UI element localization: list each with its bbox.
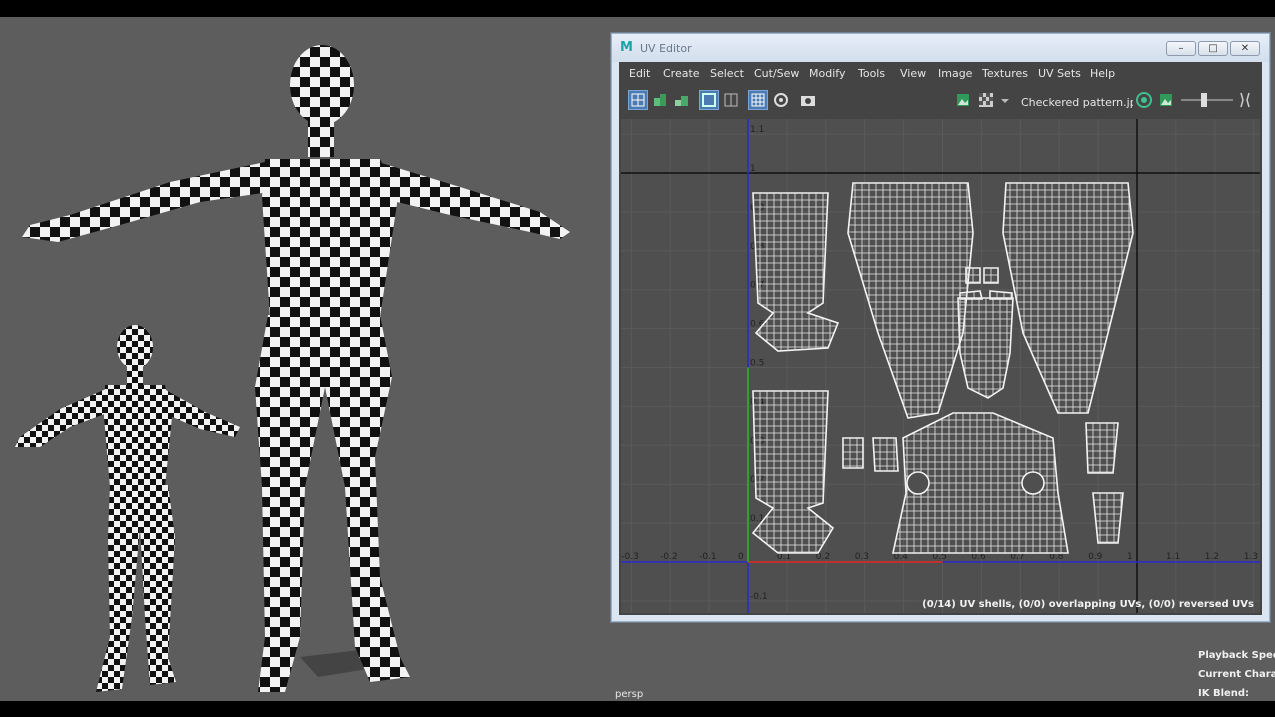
axis-label-u: -0.2	[660, 552, 678, 562]
menu-uv-sets[interactable]: UV Sets	[1038, 67, 1081, 80]
menu-select[interactable]: Select	[710, 67, 744, 80]
uv-shell-arm-lower	[751, 390, 835, 554]
uv-shell-hand-a-wireframe	[843, 438, 863, 468]
gather-shells-icon[interactable]	[672, 90, 692, 110]
snapshot-camera-icon[interactable]	[798, 90, 818, 110]
axis-label-v: 0.9	[750, 203, 765, 213]
maya-logo-icon: M	[620, 40, 633, 55]
axis-label-v: -0.1	[750, 592, 768, 602]
uv-shell-head	[957, 297, 1014, 399]
image-display-toggle-icon[interactable]	[1156, 90, 1176, 110]
chevron-down-icon[interactable]	[999, 90, 1011, 110]
menu-tools[interactable]: Tools	[858, 67, 885, 80]
menu-view[interactable]: View	[900, 67, 926, 80]
uv-shell-foot-a	[1085, 422, 1119, 474]
menu-textures[interactable]: Textures	[982, 67, 1028, 80]
menu-create[interactable]: Create	[663, 67, 700, 80]
uv-layout: -0.3 -0.2 -0.1 0 0.1 0.2 0.3 0.4 0.5 0.6 0.7 0.8 0.9…	[621, 119, 1260, 613]
menu-modify[interactable]: Modify	[809, 67, 845, 80]
axis-label-u: 1.3	[1244, 552, 1258, 562]
uv-shell-arm-upper-wireframe	[753, 193, 838, 351]
axis-label-v: 1	[750, 164, 756, 174]
image-display-icon[interactable]	[953, 90, 973, 110]
toolbar: Checkered pattern.jpeg	[619, 86, 1262, 116]
display-borders-icon[interactable]	[699, 90, 719, 110]
axis-label-u: 0.9	[1088, 552, 1103, 562]
large-character	[22, 45, 570, 692]
uv-torso-hole-right	[1021, 471, 1045, 495]
axis-label-v: 0.2	[750, 475, 764, 485]
menu-bar: Edit Create Select Cut/Sew Modify Tools …	[619, 62, 1262, 86]
axis-label-u: 0.3	[855, 552, 869, 562]
maximize-button[interactable]: □	[1198, 41, 1228, 56]
texture-settings-icon[interactable]	[1134, 90, 1154, 110]
uv-shell-arm-upper	[752, 192, 840, 352]
uv-shell-hand-a	[842, 437, 864, 469]
hud-ik-blend: IK Blend:	[1198, 688, 1250, 699]
axis-label-u: -0.1	[699, 552, 717, 562]
axis-label-v: 0.3	[750, 436, 764, 446]
axis-label-u: 1	[1127, 552, 1133, 562]
filter-icon[interactable]	[771, 90, 791, 110]
uv-editor-window[interactable]: M UV Editor – □ ✕ Edit Create Select Cut…	[611, 33, 1270, 622]
menu-cut-sew[interactable]: Cut/Sew	[754, 67, 799, 80]
axis-label-v: 1.1	[750, 125, 764, 135]
hud-playback-speed: Playback Speed	[1198, 650, 1275, 661]
axis-label-u: 0	[738, 552, 744, 562]
small-character	[15, 325, 240, 692]
uv-editor-panel: Edit Create Select Cut/Sew Modify Tools …	[619, 62, 1262, 615]
axis-label-v: 0.5	[750, 359, 764, 369]
texture-selector[interactable]: Checkered pattern.jpeg	[1021, 96, 1133, 109]
axis-label-v: 0.4	[750, 397, 765, 407]
axis-label-u: -0.3	[621, 552, 639, 562]
title-bar[interactable]: M UV Editor – □ ✕	[612, 34, 1269, 62]
brightness-slider[interactable]	[1179, 90, 1235, 110]
camera-label: persp	[615, 689, 644, 700]
axis-label-v: 0.8	[750, 242, 765, 252]
uv-shell-hand-b-wireframe	[873, 438, 898, 471]
menu-help[interactable]: Help	[1090, 67, 1115, 80]
uv-grid-canvas[interactable]: -0.3 -0.2 -0.1 0 0.1 0.2 0.3 0.4 0.5 0.6 0.7 0.8 0.9…	[621, 119, 1260, 613]
uv-shell-leg-left-wireframe	[848, 183, 973, 418]
window-title: UV Editor	[640, 42, 692, 55]
checker-pattern-icon[interactable]	[976, 90, 996, 110]
stack-shells-icon[interactable]	[650, 90, 670, 110]
axis-label-u: 1.2	[1205, 552, 1219, 562]
uv-torso-hole-left	[906, 471, 930, 495]
close-button[interactable]: ✕	[1230, 41, 1260, 56]
menu-edit[interactable]: Edit	[629, 67, 650, 80]
uv-shell-leg-right	[1002, 182, 1134, 414]
uv-shell-ear-b-wireframe	[984, 268, 998, 283]
minimize-button[interactable]: –	[1166, 41, 1196, 56]
uv-shell-leg-right-wireframe	[1003, 183, 1133, 413]
more-tools-icon[interactable]	[1236, 90, 1254, 110]
uv-shell-arm-lower-wireframe	[753, 391, 833, 553]
checker-toggle-icon[interactable]	[748, 90, 768, 110]
uv-status-text: (0/14) UV shells, (0/0) overlapping UVs,…	[922, 599, 1254, 610]
hud-current-character: Current Character	[1198, 669, 1275, 680]
uv-shell-select-icon[interactable]	[628, 90, 648, 110]
menu-image[interactable]: Image	[938, 67, 972, 80]
display-distortion-icon[interactable]	[721, 90, 741, 110]
uv-shell-foot-b	[1092, 492, 1124, 544]
axis-label-u: 1.1	[1166, 552, 1180, 562]
